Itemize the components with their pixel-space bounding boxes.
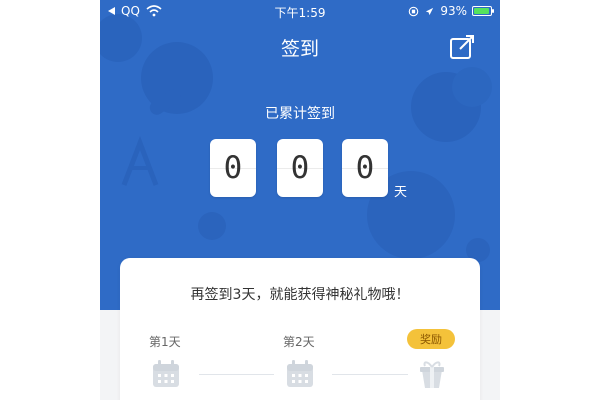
page-background: QQ 下午1:59 93% 签到 已累计签到 0 0 0 天 再签到3天，就能获… — [0, 0, 600, 400]
phone-screen: QQ 下午1:59 93% 签到 已累计签到 0 0 0 天 再签到3天，就能获… — [100, 0, 500, 400]
share-button[interactable] — [448, 33, 476, 61]
battery-level — [474, 8, 489, 14]
day-2-label: 第2天 — [283, 335, 315, 349]
digit-divider — [210, 168, 256, 169]
checkin-counter: 0 0 0 — [210, 139, 390, 197]
reward-badge: 奖励 — [407, 329, 455, 349]
checkin-count-label: 已累计签到 — [265, 106, 335, 122]
day-1-label: 第1天 — [149, 335, 181, 349]
progress-connector — [199, 374, 274, 375]
battery-icon — [472, 6, 494, 16]
share-icon — [450, 35, 474, 59]
gift-icon[interactable] — [415, 357, 449, 391]
counter-digit: 0 — [342, 139, 388, 197]
counter-digit: 0 — [210, 139, 256, 197]
battery-percent: 93% — [440, 4, 467, 18]
reward-message: 再签到3天，就能获得神秘礼物哦！ — [190, 287, 410, 303]
counter-unit: 天 — [394, 185, 408, 200]
calendar-icon[interactable] — [150, 358, 182, 390]
progress-connector — [332, 374, 408, 375]
digit-divider — [277, 168, 323, 169]
orientation-lock-icon — [409, 6, 419, 16]
page-title: 签到 — [280, 38, 319, 60]
counter-digit: 0 — [277, 139, 323, 197]
checkin-progress-card: 再签到3天，就能获得神秘礼物哦！ 第1天 第2天 奖励 — [120, 258, 480, 400]
status-bar: QQ 下午1:59 93% — [100, 0, 500, 22]
calendar-icon[interactable] — [284, 358, 316, 390]
status-right: 93% — [408, 4, 494, 18]
location-icon — [426, 7, 434, 15]
digit-divider — [342, 168, 388, 169]
